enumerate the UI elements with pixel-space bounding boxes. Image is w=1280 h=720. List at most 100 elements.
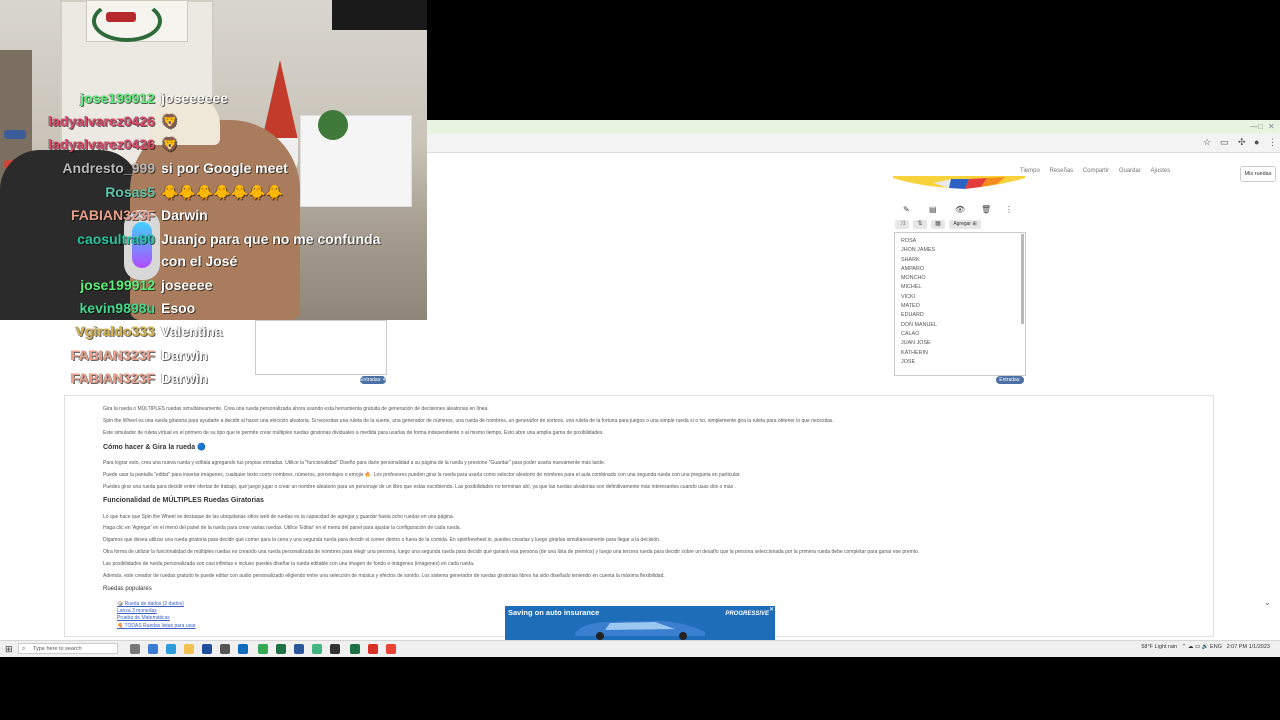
windows-start-icon[interactable]: ⊞ — [5, 644, 13, 655]
chat-message: Vgiraldo333 Valentina — [0, 323, 427, 345]
intro-paragraph: Gira la rueda o MÚLTIPLES ruedas simultá… — [103, 406, 489, 412]
entries-scrollbar[interactable] — [1021, 234, 1024, 324]
chat-text: Juanjo para que no me confunda — [161, 231, 381, 247]
paragraph: Puedes girar una rueda para decidir entr… — [103, 484, 736, 490]
menu-icon[interactable]: ⋮ — [1268, 137, 1277, 148]
spin-wheel[interactable] — [893, 176, 1025, 192]
sort-button[interactable]: ⇅ — [913, 220, 927, 229]
entries-toolbar: ⤨ ⇅ ▦ Agregar ⊞ — [895, 220, 1023, 230]
chat-text: Darwin — [161, 207, 208, 223]
popular-link[interactable]: 🎲 Rueda de dados (2 dados) — [117, 601, 196, 608]
ad-close-icon[interactable]: ✕ — [769, 606, 774, 613]
maximize-button[interactable]: □ — [1258, 122, 1263, 131]
entry-item: EDUARD — [901, 312, 924, 319]
chat-username: FABIAN323F — [70, 207, 155, 223]
scroll-down-arrow[interactable]: ⌄ — [1264, 598, 1271, 607]
chat-username: Rosas5 — [105, 184, 155, 200]
popular-wheels-list: 🎲 Rueda de dados (2 dados) Lanza 3 moned… — [117, 601, 196, 630]
entry-item: KATHERIN — [901, 349, 928, 356]
nav-time[interactable]: Tiempo — [1020, 168, 1040, 174]
chat-text: joseeeeee — [161, 90, 228, 106]
taskbar-search[interactable]: ⌕ Type here to search — [18, 643, 118, 654]
chrome-icon[interactable] — [258, 644, 268, 654]
app-icon[interactable] — [202, 644, 212, 654]
ad-banner[interactable]: Saving on auto insurance PROGRESSIVE ✕ — [505, 606, 775, 640]
app-icon[interactable] — [220, 644, 230, 654]
entry-item: MONCHO — [901, 275, 926, 282]
nav-share[interactable]: Compartir — [1083, 168, 1109, 174]
chat-username: ladyalvarez0426 — [48, 136, 155, 152]
nav-settings[interactable]: Ajustes — [1151, 168, 1171, 174]
weather-status: 58°F Light rain — [1141, 644, 1178, 650]
close-window-button[interactable]: ✕ — [1268, 122, 1275, 131]
shuffle-button[interactable]: ⤨ — [895, 220, 909, 229]
popular-link[interactable]: 🍕 TODAS Ruedas listas para usar — [117, 623, 196, 630]
app-icon[interactable] — [368, 644, 378, 654]
entry-item: JUAN JOSE — [901, 340, 931, 347]
nav-reviews[interactable]: Reseñas — [1049, 168, 1073, 174]
sidebar-icon[interactable]: ▭ — [1220, 137, 1229, 148]
nav-save[interactable]: Guardar — [1119, 168, 1141, 174]
entry-item: CALAO — [901, 330, 920, 337]
chat-username: FABIAN323F — [70, 347, 155, 363]
star-icon[interactable]: ☆ — [1203, 137, 1211, 148]
file-explorer-icon[interactable] — [184, 644, 194, 654]
word-icon[interactable] — [294, 644, 304, 654]
grid-button[interactable]: ▦ — [931, 220, 945, 229]
right-entries-count: Entradas: 44 — [996, 376, 1024, 391]
task-view-icon[interactable] — [130, 644, 140, 654]
system-tray[interactable]: 58°F Light rain ⌃ ☁ ▭ 🔊 ENG 2:07 PM 1/1/… — [1141, 644, 1270, 650]
app-icon[interactable] — [350, 644, 360, 654]
wheel-toolbar: ✎ ▤ 👁 🗑 ⋮ — [897, 205, 1023, 217]
popular-link[interactable]: Lanza 3 monedas — [117, 608, 196, 615]
ad-brand: PROGRESSIVE — [725, 611, 769, 617]
windows-taskbar: ⊞ ⌕ Type here to search 58°F Light rain … — [0, 640, 1280, 657]
chat-username: kevin9898u — [79, 300, 156, 316]
chat-message: con el José — [0, 253, 427, 275]
popular-link[interactable]: Prueba de Matemáticas — [117, 615, 196, 622]
chat-text: Darwin — [161, 370, 208, 386]
profile-icon[interactable]: ● — [1254, 137, 1259, 147]
hide-icon[interactable]: 👁 — [955, 205, 965, 214]
paragraph: Spin the Wheel es una rueda giratoria pa… — [103, 418, 834, 424]
chat-username: ladyalvarez0426 — [48, 113, 155, 129]
more-icon[interactable]: ⋮ — [1005, 205, 1013, 214]
entry-item: ROSA — [901, 238, 917, 244]
entry-item: MATEO — [901, 303, 920, 310]
paragraph: Haga clic en 'Agregar' en el menú del pa… — [103, 525, 461, 531]
excel-icon[interactable] — [276, 644, 286, 654]
chat-text: 🦁 — [161, 136, 179, 152]
entry-item: SHARK — [901, 256, 920, 263]
paragraph: Puede usar la pantalla "editar" para ins… — [103, 472, 741, 478]
my-wheels-button[interactable]: Mis ruedas — [1240, 166, 1276, 182]
clock-date: 1/1/2023 — [1248, 644, 1270, 650]
delete-icon[interactable]: 🗑 — [981, 205, 991, 214]
paragraph: Lo que hace que Spin the Wheel se destaq… — [103, 514, 455, 520]
popular-heading: Ruedas populares — [103, 586, 152, 592]
chat-text: si por Google meet — [161, 160, 288, 176]
add-entry-button[interactable]: Agregar ⊞ — [949, 220, 981, 229]
obs-icon[interactable] — [330, 644, 340, 654]
chat-message: Andresto_999 si por Google meet — [0, 160, 427, 182]
mail-icon[interactable] — [238, 644, 248, 654]
design-icon[interactable]: ▤ — [929, 205, 937, 214]
taskbar-search-placeholder: Type here to search — [33, 646, 82, 652]
chat-message: kevin9898u Esoo — [0, 300, 427, 322]
edge-icon[interactable] — [166, 644, 176, 654]
chat-text: 🐥🐥🐥🐥🐥🐥🐥 — [161, 184, 284, 200]
chat-text: Esoo — [161, 300, 196, 316]
minimize-button[interactable]: — — [1250, 122, 1258, 131]
paragraph: Otra forma de utilizar la funcionalidad … — [103, 549, 920, 555]
app-icon[interactable] — [148, 644, 158, 654]
edit-icon[interactable]: ✎ — [903, 205, 910, 214]
site-nav: Tiempo Reseñas Compartir Guardar Ajustes — [1020, 168, 1178, 180]
chat-message: FABIAN323F Darwin — [0, 207, 427, 229]
chrome-icon[interactable] — [386, 644, 396, 654]
paragraph: Este simulador de ruleta virtual es el p… — [103, 430, 604, 436]
app-icon[interactable] — [312, 644, 322, 654]
chat-username: FABIAN323F — [70, 370, 155, 386]
puzzle-icon[interactable]: ✣ — [1238, 137, 1246, 148]
chat-text: Valentina — [161, 323, 223, 339]
paragraph: Las posibilidades de rueda personalizada… — [103, 561, 475, 567]
right-wheel-entries[interactable]: ROSA JHON JAMES SHARK AMPARO MONCHO MICH… — [894, 232, 1026, 376]
